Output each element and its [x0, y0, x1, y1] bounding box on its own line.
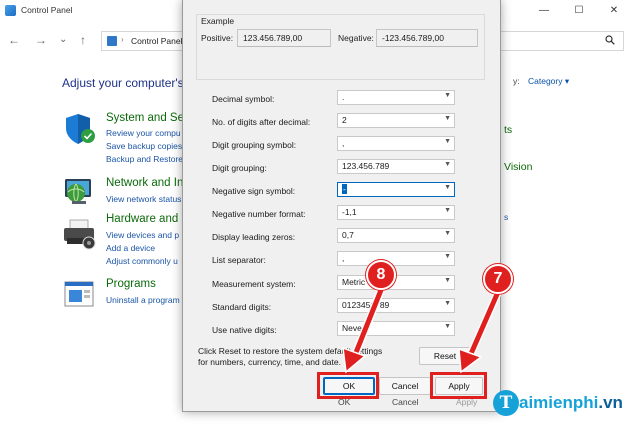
brand-tld: .vn [598, 393, 623, 412]
brand-text: aimienphi.vn [519, 393, 623, 413]
arrow-to-ok [342, 288, 385, 374]
step-8-badge: 8 [366, 260, 396, 290]
taimienphi-watermark: T aimienphi.vn [493, 388, 627, 420]
annotation-arrows [342, 288, 502, 374]
logo-letter: T [499, 393, 513, 413]
arrow-to-apply [458, 290, 502, 374]
brand-main: aimienphi [519, 393, 599, 412]
step-7-badge: 7 [483, 264, 513, 294]
